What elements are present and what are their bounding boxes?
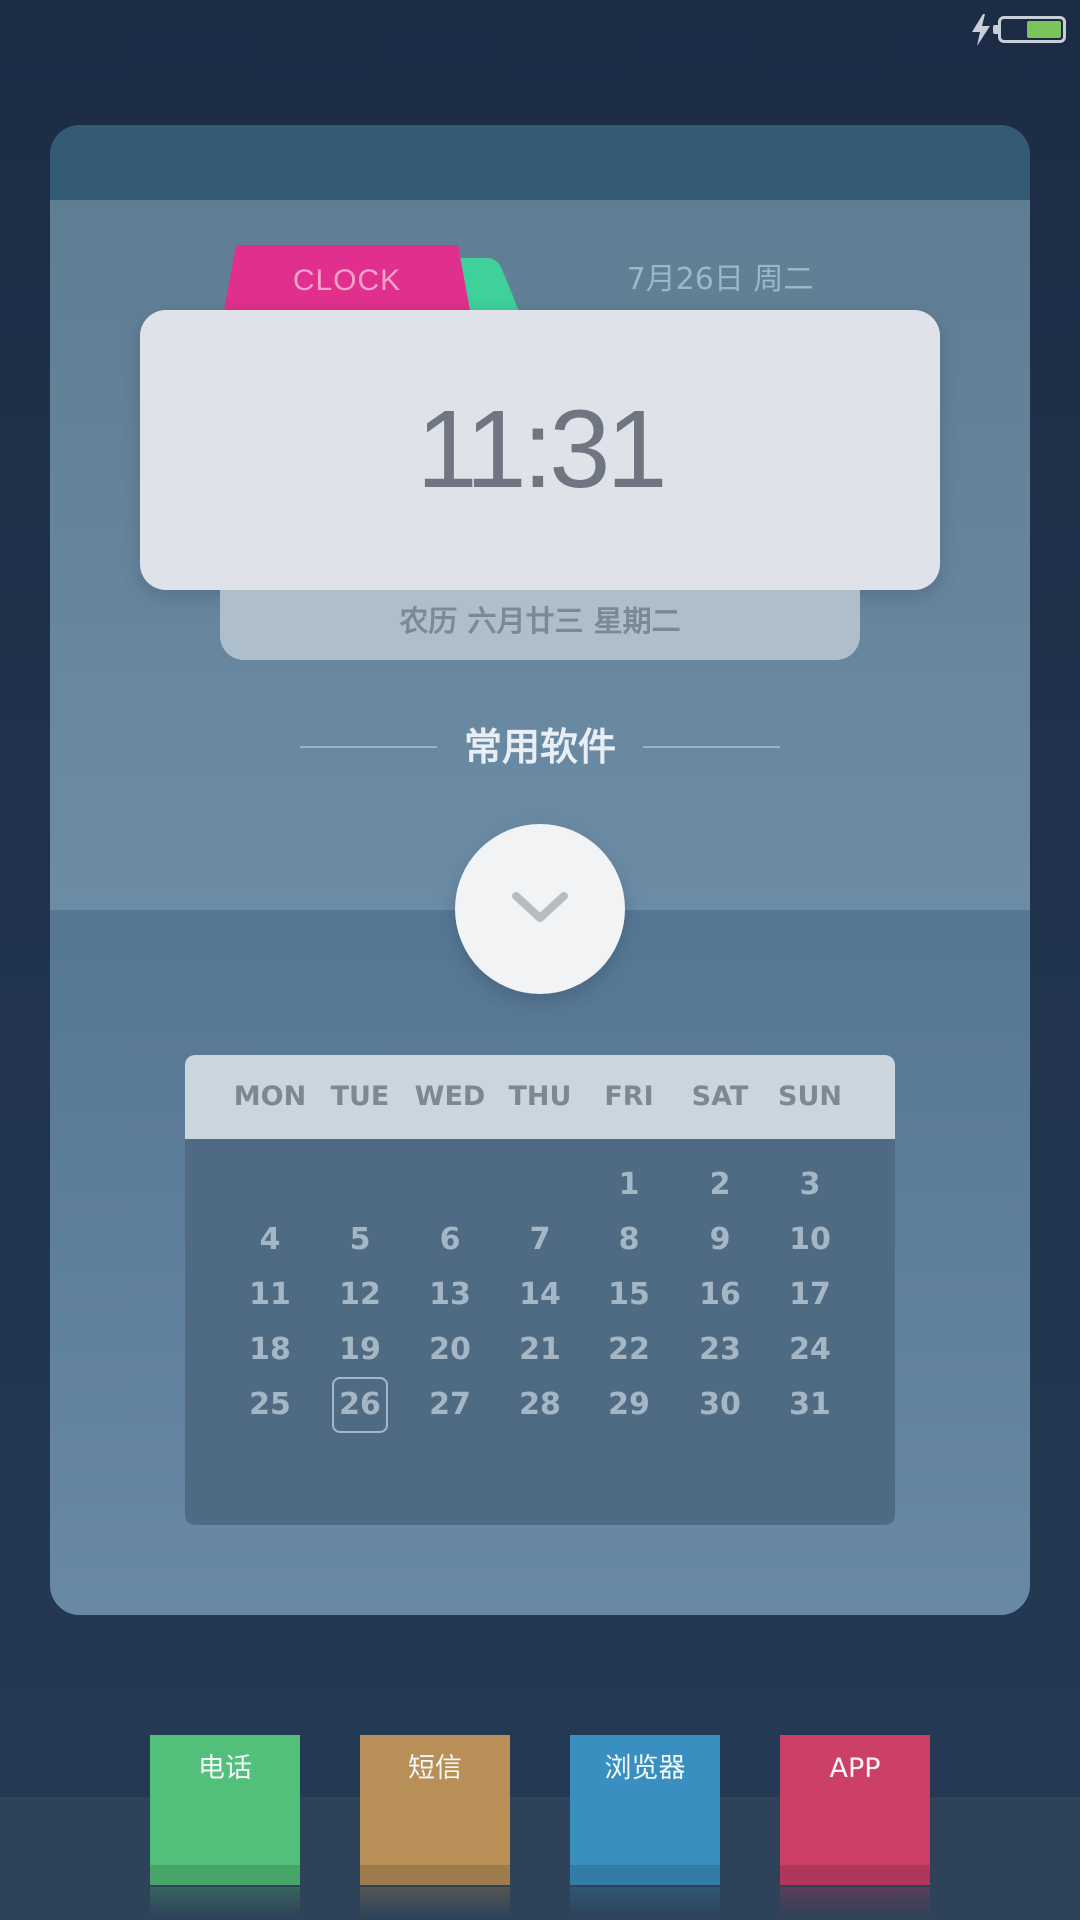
charging-bolt-icon xyxy=(972,14,990,46)
dock-app-reflection xyxy=(150,1887,300,1917)
calendar-day[interactable]: 25 xyxy=(242,1377,298,1433)
calendar-day[interactable]: 14 xyxy=(512,1267,568,1323)
dock-app-tile-edge xyxy=(780,1865,930,1885)
date-label: 7月26日 周二 xyxy=(626,262,814,297)
dock-app-2[interactable]: 浏览器 xyxy=(570,1735,720,1917)
dock-app-reflection xyxy=(360,1887,510,1917)
chevron-down-icon xyxy=(512,892,568,922)
section-divider-right xyxy=(643,746,780,748)
dock-app-label: 浏览器 xyxy=(604,1753,686,1784)
calendar-day[interactable]: 6 xyxy=(422,1212,478,1268)
dock-app-tile-edge xyxy=(360,1865,510,1885)
calendar-day[interactable]: 11 xyxy=(242,1267,298,1323)
dock-app-tile-edge xyxy=(150,1865,300,1885)
calendar-day[interactable]: 4 xyxy=(242,1212,298,1268)
dock-app-1[interactable]: 短信 xyxy=(360,1735,510,1917)
dock-app-3[interactable]: APP xyxy=(780,1735,930,1917)
weekday-wed: WED xyxy=(414,1081,486,1112)
calendar-day[interactable]: 5 xyxy=(332,1212,388,1268)
lunar-date-panel: 农历 六月廿三 星期二 xyxy=(220,590,860,660)
weekday-sun: SUN xyxy=(778,1081,842,1112)
battery-icon xyxy=(993,16,1066,43)
dock-app-0[interactable]: 电话 xyxy=(150,1735,300,1917)
calendar-widget: MON TUE WED THU FRI SAT SUN 1 2 3 4 5 6 7 8 9 10 11 12 13 1… xyxy=(185,1055,895,1525)
calendar-day[interactable]: 18 xyxy=(242,1322,298,1378)
weekday-tue: TUE xyxy=(330,1081,390,1112)
calendar-day[interactable]: 3 xyxy=(782,1157,838,1213)
calendar-day[interactable]: 22 xyxy=(601,1322,657,1378)
calendar-day[interactable]: 13 xyxy=(422,1267,478,1323)
dock-app-label: 短信 xyxy=(408,1753,462,1784)
weekday-thu: THU xyxy=(508,1081,572,1112)
calendar-day[interactable]: 21 xyxy=(512,1322,568,1378)
dock-app-label: 电话 xyxy=(198,1753,252,1784)
calendar-day[interactable]: 24 xyxy=(782,1322,838,1378)
weekday-mon: MON xyxy=(233,1081,307,1112)
calendar-day[interactable]: 27 xyxy=(422,1377,478,1433)
calendar-day[interactable]: 10 xyxy=(782,1212,838,1268)
calendar-day[interactable]: 12 xyxy=(332,1267,388,1323)
calendar-day[interactable]: 20 xyxy=(422,1322,478,1378)
calendar-day[interactable]: 7 xyxy=(512,1212,568,1268)
dock-app-reflection xyxy=(780,1887,930,1917)
clock-face[interactable]: 11:31 xyxy=(140,310,940,590)
calendar-day[interactable]: 17 xyxy=(782,1267,838,1323)
dock-app-tile-edge xyxy=(570,1865,720,1885)
calendar-day[interactable]: 9 xyxy=(692,1212,748,1268)
calendar-day[interactable]: 2 xyxy=(692,1157,748,1213)
calendar-day-today[interactable]: 26 xyxy=(332,1377,388,1433)
calendar-day[interactable]: 28 xyxy=(512,1377,568,1433)
calendar-day[interactable]: 19 xyxy=(332,1322,388,1378)
clock-time: 11:31 xyxy=(416,388,667,511)
lunar-date: 农历 六月廿三 星期二 xyxy=(399,604,681,638)
calendar-day[interactable]: 15 xyxy=(601,1267,657,1323)
calendar-day[interactable]: 29 xyxy=(601,1377,657,1433)
section-title: 常用软件 xyxy=(463,725,616,769)
calendar-weekday-header: MON TUE WED THU FRI SAT SUN xyxy=(185,1055,895,1139)
calendar-day[interactable]: 16 xyxy=(692,1267,748,1323)
status-bar xyxy=(0,0,1080,60)
calendar-day[interactable]: 30 xyxy=(692,1377,748,1433)
section-divider-left xyxy=(300,746,437,748)
expand-button[interactable] xyxy=(455,824,625,994)
calendar-day[interactable]: 23 xyxy=(692,1322,748,1378)
battery-level xyxy=(1027,21,1061,38)
card-header-band xyxy=(50,125,1030,200)
calendar-day[interactable]: 1 xyxy=(601,1157,657,1213)
calendar-day[interactable]: 8 xyxy=(601,1212,657,1268)
dock-app-reflection xyxy=(570,1887,720,1917)
weekday-fri: FRI xyxy=(604,1081,654,1112)
calendar-day[interactable]: 31 xyxy=(782,1377,838,1433)
dock-app-label: APP xyxy=(829,1753,881,1784)
weekday-sat: SAT xyxy=(691,1081,749,1112)
